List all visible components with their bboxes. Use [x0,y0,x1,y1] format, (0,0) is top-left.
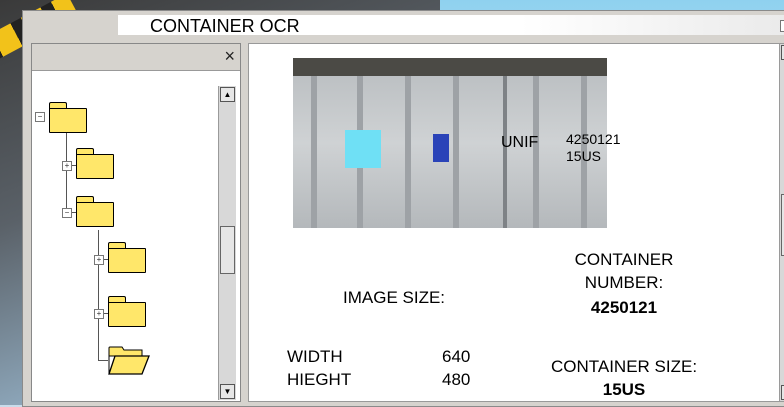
ocr-prefix-label: UNIF [501,134,539,151]
width-label: WIDTH [287,347,343,366]
title-bar[interactable]: CONTAINER OCR [118,15,784,36]
folder-open-icon[interactable] [108,346,150,376]
folder-icon[interactable] [49,102,87,133]
ocr-window: CONTAINER OCR × − + − + + ▲ ▼ UNIF 42501… [22,10,784,407]
container-size-heading: CONTAINER SIZE: [550,357,698,376]
container-logo [433,134,449,162]
container-image [293,58,607,228]
tree-panel-header: × [32,44,240,71]
result-panel: UNIF 4250121 15US IMAGE SIZE: WIDTH 640 … [248,43,784,402]
collapse-icon[interactable]: − [35,112,45,122]
content-scrollbar[interactable]: ▲ ▼ [779,44,784,401]
width-value: 640 [442,347,471,366]
folder-tree-panel: × − + − + + ▲ ▼ [31,43,241,402]
expand-icon[interactable]: + [94,255,104,265]
window-button[interactable] [780,20,784,32]
scroll-thumb[interactable] [220,226,235,274]
tree-line [98,230,99,360]
expand-icon[interactable]: + [94,309,104,319]
tree-line [66,132,67,212]
height-label: HIEGHT [287,370,352,389]
image-size-heading: IMAGE SIZE: [343,288,446,307]
tree-line [98,360,108,361]
scroll-down-icon[interactable]: ▼ [220,384,235,399]
ocr-number-label: 4250121 [566,131,621,147]
folder-icon[interactable] [76,148,114,179]
expand-icon[interactable]: + [62,161,72,171]
close-icon[interactable]: × [224,46,235,67]
window-title: CONTAINER OCR [150,16,300,36]
container-number-heading: CONTAINER [574,250,674,269]
scroll-up-icon[interactable]: ▲ [220,87,235,102]
height-value: 480 [442,370,471,389]
tree-scrollbar[interactable]: ▲ ▼ [218,86,236,400]
folder-icon[interactable] [76,196,114,227]
folder-icon[interactable] [108,296,146,327]
collapse-icon[interactable]: − [62,208,72,218]
container-size-value: 15US [602,380,646,399]
container-number-heading-2: NUMBER: [584,273,664,292]
container-number-value: 4250121 [590,298,658,317]
ocr-size-label: 15US [566,148,602,164]
folder-icon[interactable] [108,242,146,273]
container-sticker [345,130,381,168]
